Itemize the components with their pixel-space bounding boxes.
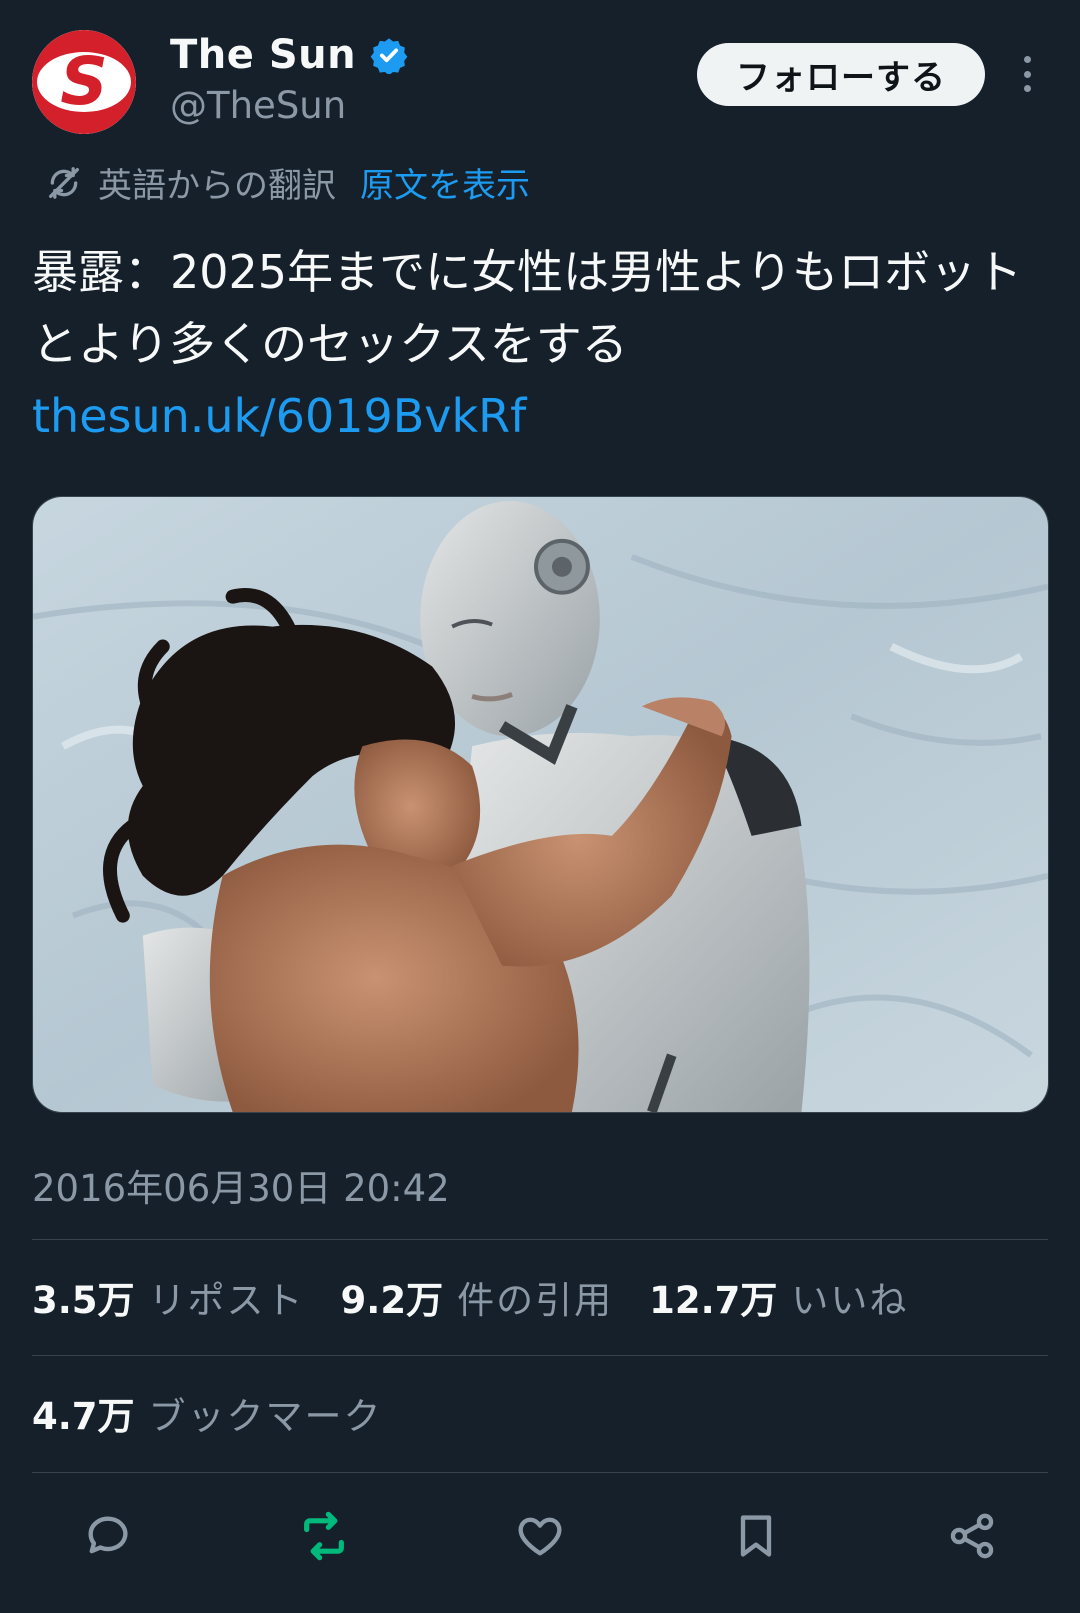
reposts-count: 3.5万 [32,1279,135,1322]
name-row: The Sun [170,32,408,78]
quotes-stat[interactable]: 9.2万 件の引用 [341,1270,614,1324]
divider [32,1472,1048,1473]
repost-icon[interactable] [294,1506,354,1566]
svg-text:S: S [60,43,108,120]
reposts-label: リポスト [148,1279,305,1322]
bookmarks-stat[interactable]: 4.7万 ブックマーク [32,1386,383,1440]
bookmarks-label: ブックマーク [148,1395,383,1438]
avatar[interactable]: S [32,30,136,134]
heart-icon[interactable] [510,1506,570,1566]
reply-icon[interactable] [78,1506,138,1566]
tweet-body: 暴露：2025年までに女性は男性よりもロボットとより多くのセックスをする [32,245,1023,371]
handle[interactable]: @TheSun [170,84,346,127]
display-name[interactable]: The Sun [170,32,356,78]
divider [32,1355,1048,1356]
likes-label: いいね [791,1279,909,1322]
likes-stat[interactable]: 12.7万 いいね [649,1270,908,1324]
action-bar [0,1506,1080,1566]
tweet-text: 暴露：2025年までに女性は男性よりもロボットとより多くのセックスをする the… [32,236,1048,452]
share-icon[interactable] [942,1506,1002,1566]
verified-badge-icon [370,38,408,74]
bookmarks-count: 4.7万 [32,1395,135,1438]
tweet-timestamp[interactable]: 2016年06月30日 20:42 [32,1158,450,1212]
quotes-count: 9.2万 [340,1279,444,1322]
translate-icon [49,166,80,199]
reposts-stat[interactable]: 3.5万 リポスト [32,1270,305,1324]
tweet-link[interactable]: thesun.uk/6019BvkRf [32,389,526,443]
translation-row: 英語からの翻訳 原文を表示 [44,158,530,207]
tweet-image[interactable] [32,496,1049,1113]
tweet-detail: S The Sun @TheSun フォローする 英語からの翻訳 原文を表示 暴… [0,0,1080,1613]
engagement-stats: 3.5万 リポスト 9.2万 件の引用 12.7万 いいね [32,1270,944,1324]
image-illustration [33,497,1048,1112]
divider [32,1239,1048,1240]
show-original-link[interactable]: 原文を表示 [360,158,530,207]
quotes-label: 件の引用 [457,1279,614,1322]
more-options-icon[interactable] [1012,52,1042,96]
the-sun-logo: S [32,30,136,134]
translation-label: 英語からの翻訳 [98,166,336,206]
bookmark-icon[interactable] [726,1506,786,1566]
follow-button[interactable]: フォローする [697,43,985,106]
likes-count: 12.7万 [649,1279,778,1322]
